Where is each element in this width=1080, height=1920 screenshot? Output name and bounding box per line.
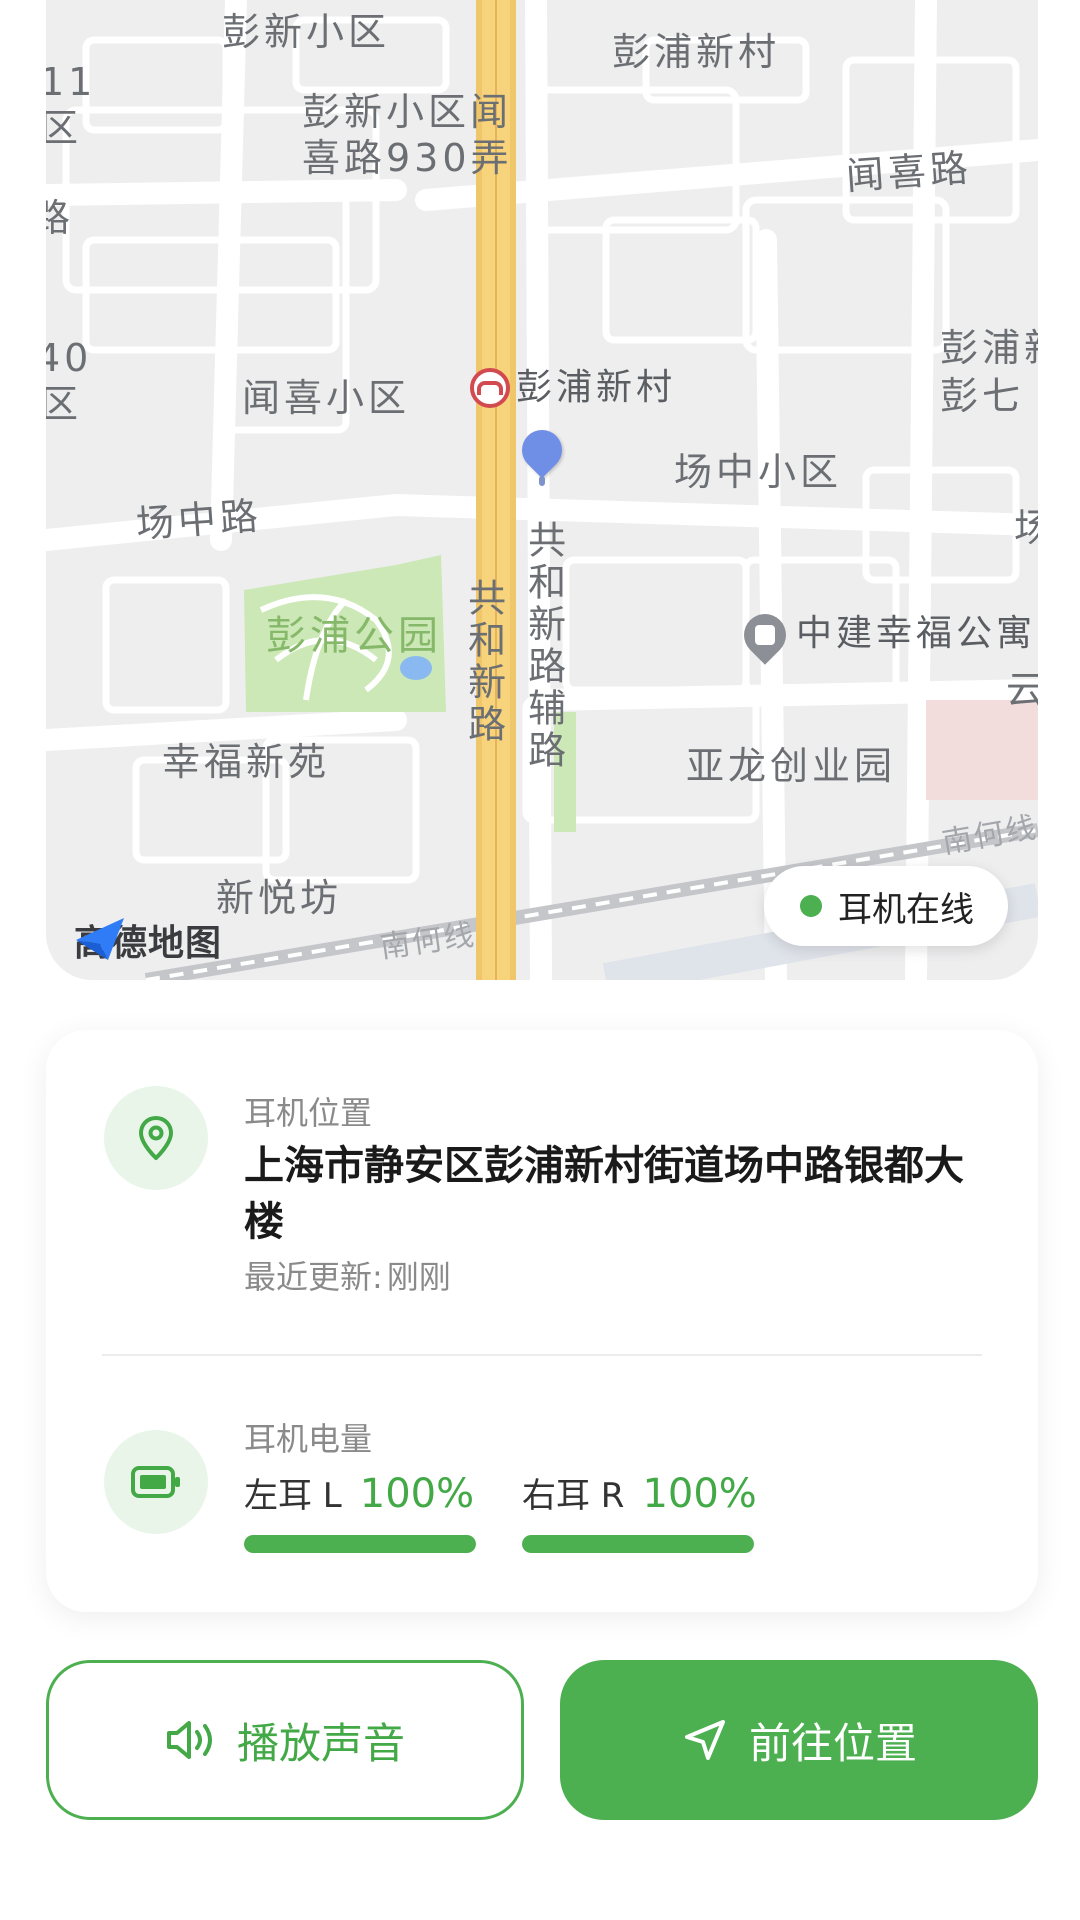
- map-label: 彭新小区: [222, 10, 391, 54]
- map-label: 40: [46, 336, 93, 380]
- battery-icon: [131, 1466, 180, 1498]
- right-battery-fill: [522, 1535, 754, 1553]
- map-label: 云: [1006, 668, 1038, 712]
- pin-anchor: [539, 476, 545, 486]
- map-label: 彭浦公园: [266, 613, 442, 659]
- map-label: 彭浦新村: [612, 30, 781, 74]
- speaker-icon: [166, 1721, 212, 1759]
- location-updated: 最近更新: 刚刚: [244, 1252, 451, 1298]
- card-divider: [102, 1354, 982, 1356]
- online-dot-icon: [800, 895, 822, 917]
- map-label: 共和新路: [461, 578, 506, 746]
- map-streets: [46, 0, 1038, 980]
- left-earbud-battery: 左耳 L 100%: [244, 1468, 476, 1553]
- right-earbud-percent: 100%: [642, 1471, 757, 1517]
- map-label: 共和新路辅路: [521, 520, 566, 772]
- left-earbud-label: 左耳 L: [244, 1476, 342, 1516]
- battery-icon-badge: [104, 1430, 208, 1534]
- map-label: 幸福新苑: [162, 740, 331, 784]
- map-label: 彭浦新: [940, 326, 1038, 370]
- play-sound-label: 播放声音: [236, 1718, 405, 1768]
- map-pin-icon: [139, 1116, 173, 1160]
- map-provider-logo: 高德地图: [74, 914, 222, 966]
- map-label: 11: [46, 60, 97, 104]
- updated-label: 最近更新:: [244, 1258, 383, 1296]
- map-label: 新悦坊: [216, 876, 343, 920]
- map-label: 彭浦新村: [516, 367, 677, 408]
- right-battery-bar: [522, 1535, 754, 1553]
- map-label: 区: [46, 382, 83, 426]
- map-label: 中建幸福公寓: [796, 613, 1037, 654]
- location-address: 上海市静安区彭浦新村街道场中路银都大楼: [244, 1143, 964, 1245]
- map-label: 场: [1014, 506, 1038, 550]
- map-label: 彭新小区闻: [302, 90, 513, 134]
- left-earbud-percent: 100%: [359, 1471, 475, 1517]
- map-label: 亚龙创业园: [686, 744, 897, 788]
- map-label: 区: [46, 106, 83, 150]
- metro-station-icon: [470, 368, 510, 408]
- map-view[interactable]: 彭新小区 彭浦新村 彭新小区闻 喜路930弄 闻喜路 闻喜小区 彭浦新村 场中小…: [46, 0, 1038, 980]
- map-label: 喜路930弄: [302, 136, 513, 180]
- location-icon-badge: [104, 1086, 208, 1190]
- right-earbud-battery: 右耳 R 100%: [522, 1468, 757, 1553]
- map-label: 路: [46, 196, 75, 240]
- map-label: 场中路: [134, 493, 264, 547]
- right-earbud-label: 右耳 R: [522, 1476, 625, 1516]
- left-battery-fill: [244, 1535, 476, 1553]
- map-label: 闻喜路: [844, 145, 974, 199]
- navigate-button[interactable]: 前往位置: [560, 1660, 1038, 1820]
- amap-logo-icon: [76, 918, 124, 960]
- navigation-arrow-icon: [684, 1720, 725, 1760]
- updated-value: 刚刚: [386, 1258, 451, 1296]
- battery-label: 耳机电量: [244, 1420, 373, 1458]
- location-label: 耳机位置: [244, 1094, 373, 1132]
- online-status-text: 耳机在线: [838, 889, 974, 930]
- play-sound-button[interactable]: 播放声音: [46, 1660, 524, 1820]
- map-label: 彭七: [940, 374, 1025, 418]
- left-battery-bar: [244, 1535, 476, 1553]
- online-status-badge: 耳机在线: [764, 866, 1008, 946]
- map-label: 闻喜小区: [242, 376, 411, 420]
- map-label: 场中小区: [674, 450, 843, 494]
- navigate-label: 前往位置: [748, 1718, 917, 1768]
- earphone-info-card: 耳机位置 上海市静安区彭浦新村街道场中路银都大楼 最近更新: 刚刚 耳机电量 左…: [46, 1030, 1038, 1612]
